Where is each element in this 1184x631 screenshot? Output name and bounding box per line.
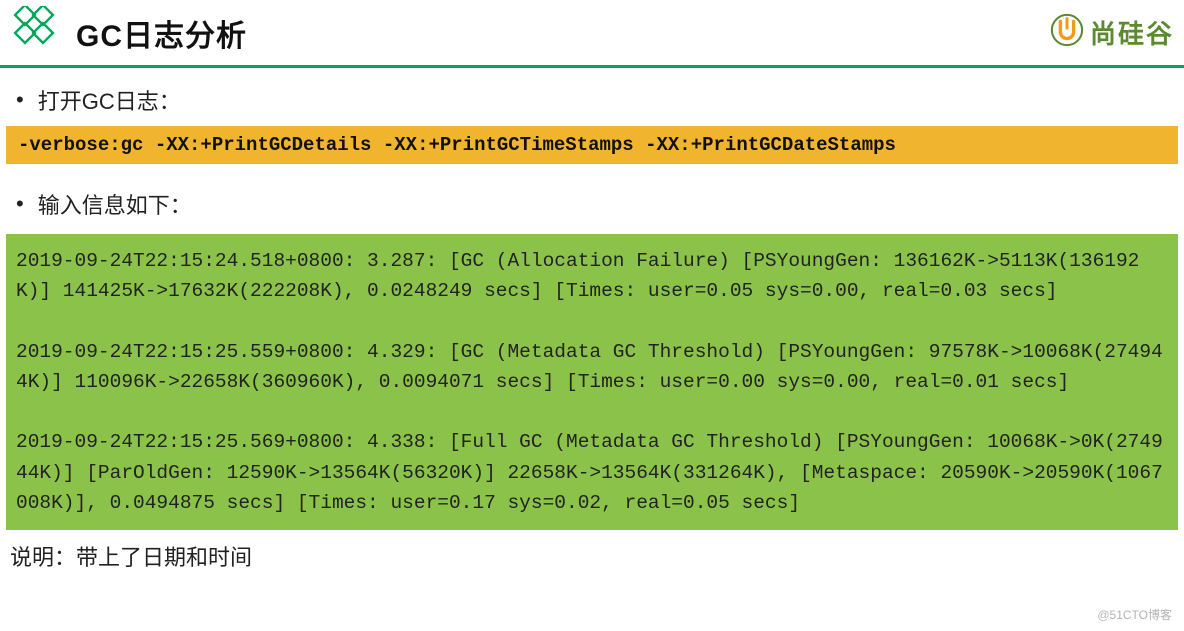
- brand-text: 尚硅谷: [1090, 14, 1174, 51]
- command-code-block: -verbose:gc -XX:+PrintGCDetails -XX:+Pri…: [6, 126, 1178, 164]
- watermark-text: @51CTO博客: [1097, 606, 1172, 623]
- bullet-open-log: • 打开GC日志：: [0, 78, 1184, 126]
- bullet-dot-icon: •: [16, 89, 24, 111]
- bullet-dot-icon: •: [16, 193, 24, 215]
- bullet-input-info-text: 输入信息如下：: [38, 188, 192, 220]
- note-text: 说明：带上了日期和时间: [0, 530, 1184, 578]
- diamond-logo-icon: [10, 6, 58, 59]
- bullet-input-info: • 输入信息如下：: [0, 182, 1184, 230]
- bullet-open-log-text: 打开GC日志：: [38, 84, 181, 116]
- brand-u-icon: [1050, 13, 1084, 52]
- brand: 尚硅谷: [1050, 13, 1174, 52]
- header-left: GC日志分析: [10, 6, 247, 59]
- header: GC日志分析 尚硅谷: [0, 0, 1184, 68]
- content: • 打开GC日志： -verbose:gc -XX:+PrintGCDetail…: [0, 68, 1184, 578]
- page-title: GC日志分析: [76, 11, 247, 55]
- log-output-block: 2019-09-24T22:15:24.518+0800: 3.287: [GC…: [6, 234, 1178, 530]
